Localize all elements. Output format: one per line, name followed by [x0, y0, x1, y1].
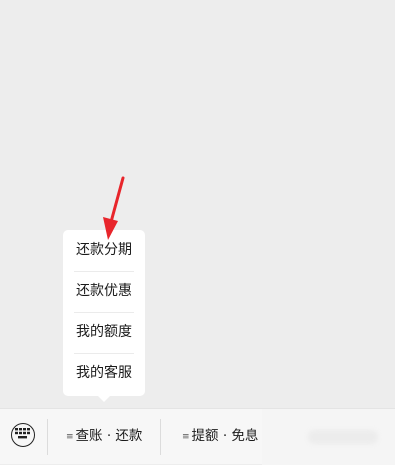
bottom-menu-bar: ≡ 查账 · 还款 ≡ 提额 · 免息: [0, 408, 395, 465]
popup-tail: [98, 396, 110, 402]
menu-item-customer-service[interactable]: 我的客服: [63, 353, 145, 394]
bar-divider: [47, 419, 48, 455]
keyboard-icon[interactable]: [11, 423, 35, 447]
blurred-menu-tab[interactable]: [262, 409, 395, 465]
bar-divider: [160, 419, 161, 455]
chat-area: [0, 0, 395, 408]
menu-item-my-limit[interactable]: 我的额度: [63, 312, 145, 353]
menu-tab-raise-limit-interest-free[interactable]: ≡ 提额 · 免息: [182, 409, 258, 465]
blurred-label: [308, 430, 378, 444]
menu-item-repayment-offer[interactable]: 还款优惠: [63, 271, 145, 312]
menu-tab-check-bill-repay[interactable]: ≡ 查账 · 还款: [66, 409, 142, 465]
menu-item-installment[interactable]: 还款分期: [63, 230, 145, 271]
menu-lines-icon: ≡: [66, 432, 74, 442]
sub-menu-popup: 还款分期 还款优惠 我的额度 我的客服: [63, 230, 145, 402]
menu-tab-label: 查账 · 还款: [75, 428, 143, 444]
menu-lines-icon: ≡: [182, 432, 190, 442]
menu-tab-label: 提额 · 免息: [191, 428, 259, 444]
